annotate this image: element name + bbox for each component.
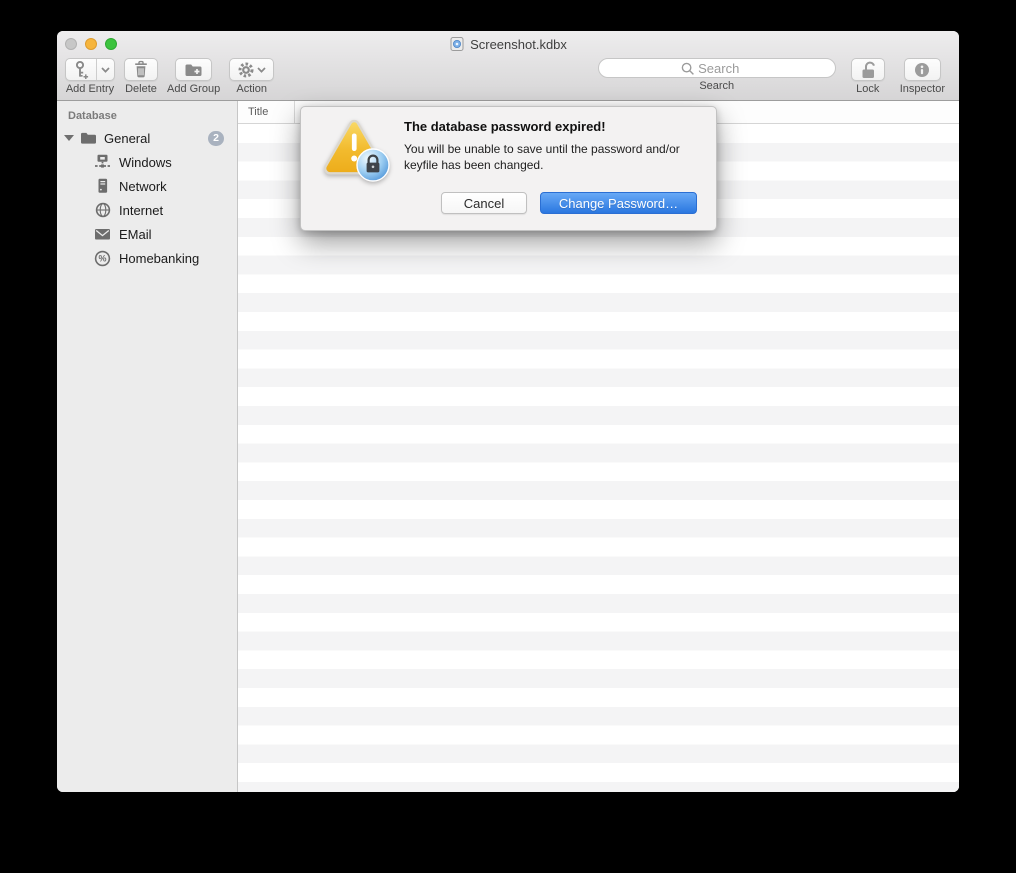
percent-icon: % [94, 250, 111, 267]
toolbar-item-add-entry: Add Entry [65, 58, 115, 95]
sidebar-item-internet[interactable]: Internet [57, 198, 237, 222]
svg-text:%: % [98, 253, 106, 263]
toolbar-item-delete: Delete [124, 58, 158, 95]
traffic-lights [65, 38, 117, 50]
lock-button[interactable] [850, 58, 885, 81]
sidebar-item-network[interactable]: Network [57, 174, 237, 198]
sidebar-item-windows[interactable]: Windows [57, 150, 237, 174]
entry-count-badge: 2 [208, 130, 224, 146]
add-entry-dropdown-button[interactable] [96, 59, 114, 80]
toolbar-item-add-group: Add Group [167, 58, 220, 95]
chevron-down-icon [257, 66, 266, 73]
disclosure-triangle-icon[interactable] [64, 135, 74, 141]
lock-label: Lock [856, 83, 880, 95]
workgroup-icon [94, 154, 111, 170]
minimize-button[interactable] [85, 38, 97, 50]
toolbar-item-lock: Lock [850, 58, 885, 95]
password-expired-dialog: The database password expired! You will … [300, 106, 717, 231]
toolbar-item-action: Action [229, 58, 275, 95]
sidebar-item-label: Homebanking [119, 250, 200, 266]
action-button[interactable] [229, 58, 275, 81]
key-plus-icon [73, 60, 90, 80]
folder-icon [80, 131, 97, 145]
column-separator [294, 101, 295, 123]
warning-triangle-lock-icon [321, 117, 395, 185]
inspector-label: Inspector [899, 83, 945, 95]
search-field[interactable] [597, 58, 839, 78]
zoom-button[interactable] [105, 38, 117, 50]
info-icon [914, 62, 930, 78]
sidebar-item-email[interactable]: EMail [57, 222, 237, 246]
gear-icon [238, 62, 254, 78]
close-button[interactable] [65, 38, 77, 50]
window-chrome: Screenshot.kdbx Add Entry Delete Add Gro… [57, 31, 959, 101]
document-proxy-icon[interactable] [449, 36, 465, 52]
window-title: Screenshot.kdbx [470, 36, 567, 52]
open-padlock-icon [859, 60, 877, 79]
change-password-button[interactable]: Change Password… [540, 192, 697, 214]
sidebar-item-homebanking[interactable]: % Homebanking [57, 246, 237, 270]
toolbar-item-search: Search [597, 58, 839, 95]
folder-plus-icon [184, 62, 203, 78]
column-header-label: Title [248, 106, 269, 118]
dialog-title: The database password expired! [404, 119, 606, 134]
add-entry-label: Add Entry [65, 83, 115, 95]
inspector-button[interactable] [903, 58, 941, 81]
sidebar-item-label: Network [119, 178, 167, 194]
search-label: Search [699, 80, 735, 92]
add-group-button[interactable] [175, 58, 213, 81]
action-label: Action [236, 83, 267, 95]
search-input[interactable] [598, 59, 839, 77]
sidebar-item-label: Windows [119, 154, 172, 170]
delete-label: Delete [125, 83, 157, 95]
server-icon [94, 178, 111, 194]
sidebar-section-header: Database [68, 110, 117, 122]
envelope-icon [94, 227, 111, 241]
sidebar-item-label: General [104, 130, 151, 146]
trash-icon [133, 60, 149, 79]
add-group-label: Add Group [167, 83, 221, 95]
sidebar-item-label: Internet [119, 202, 164, 218]
dialog-message: You will be unable to save until the pas… [404, 142, 680, 173]
delete-button[interactable] [124, 58, 158, 81]
sidebar: Database General 2 Windows Network Inter… [57, 101, 238, 792]
globe-icon [94, 202, 111, 218]
sidebar-item-label: EMail [119, 226, 152, 242]
sidebar-item-general[interactable]: General 2 [57, 126, 237, 150]
add-entry-button[interactable] [66, 59, 96, 80]
cancel-button[interactable]: Cancel [441, 192, 527, 214]
chevron-down-icon [101, 66, 110, 73]
toolbar-item-inspector: Inspector [900, 58, 945, 95]
